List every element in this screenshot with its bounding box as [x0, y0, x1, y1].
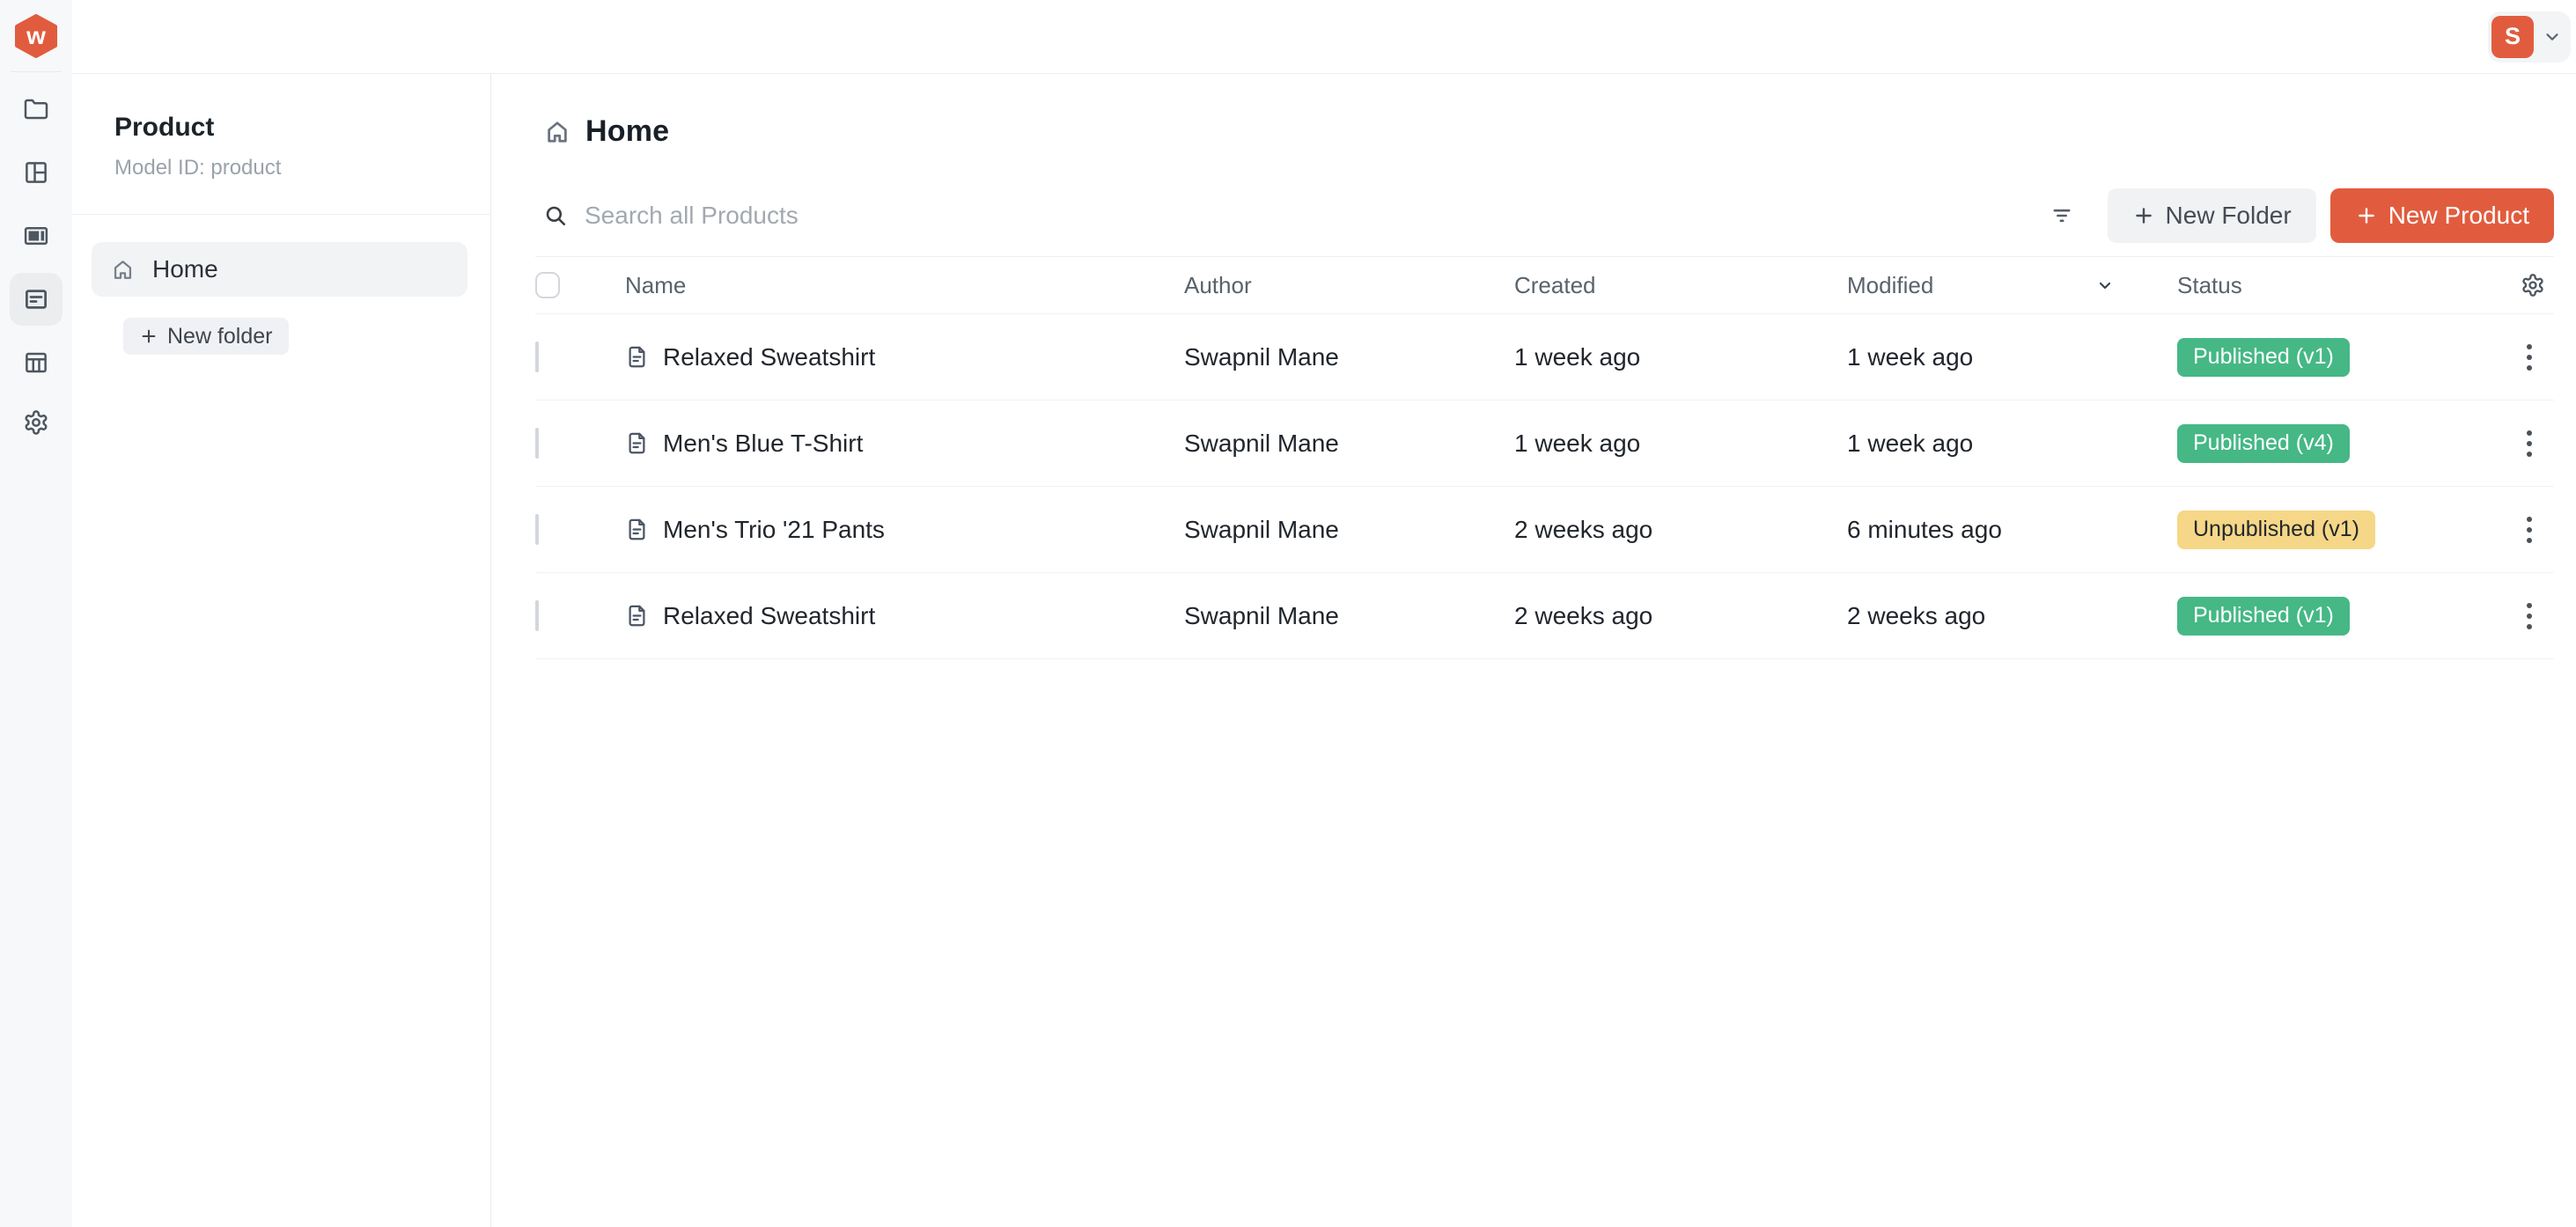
author-cell: Swapnil Mane	[1184, 430, 1514, 458]
rail-item-headless-cms[interactable]	[10, 273, 63, 326]
table-row: Men's Blue T-Shirt Swapnil Mane 1 week a…	[535, 400, 2554, 487]
rail-item-publishing-workflows[interactable]	[10, 336, 63, 389]
product-name-cell[interactable]: Men's Trio '21 Pants	[625, 516, 1184, 544]
column-header-status[interactable]: Status	[2177, 272, 2512, 299]
new-product-button-label: New Product	[2388, 202, 2529, 230]
table-icon	[23, 349, 49, 376]
filter-icon	[2050, 203, 2074, 228]
sidebar-new-folder-button[interactable]: New folder	[123, 318, 289, 355]
row-checkbox[interactable]	[535, 514, 539, 545]
product-name: Relaxed Sweatshirt	[663, 343, 875, 371]
column-header-created[interactable]: Created	[1514, 272, 1847, 299]
products-table: Name Author Created Modified Status	[535, 256, 2554, 659]
home-icon	[544, 119, 570, 145]
document-icon	[625, 431, 649, 455]
model-sidebar: Product Model ID: product Home New folde…	[72, 74, 491, 1227]
model-header: Product Model ID: product	[72, 74, 490, 215]
document-icon	[625, 345, 649, 369]
row-actions-menu-button[interactable]	[2512, 595, 2547, 637]
modified-cell: 2 weeks ago	[1847, 602, 2177, 630]
table-header-row: Name Author Created Modified Status	[535, 257, 2554, 314]
document-icon	[625, 518, 649, 541]
rail-item-settings[interactable]	[10, 396, 63, 449]
select-all-checkbox[interactable]	[535, 272, 560, 298]
main-content: Home New Folder	[491, 74, 2576, 1227]
page-builder-icon	[23, 223, 49, 249]
account-menu[interactable]: S	[2488, 11, 2571, 62]
status-badge: Unpublished (v1)	[2177, 511, 2375, 549]
row-checkbox[interactable]	[535, 428, 539, 459]
app-rail: w	[0, 0, 72, 1227]
modified-cell: 6 minutes ago	[1847, 516, 2177, 544]
model-title: Product	[114, 113, 448, 143]
toolbar-actions: New Folder New Product	[2050, 188, 2554, 243]
top-bar: S	[72, 0, 2576, 74]
new-product-button[interactable]: New Product	[2330, 188, 2554, 243]
svg-text:w: w	[26, 22, 46, 49]
rail-item-page-builder[interactable]	[10, 209, 63, 262]
plus-icon	[2355, 204, 2378, 227]
avatar: S	[2491, 16, 2534, 58]
created-cell: 2 weeks ago	[1514, 516, 1847, 544]
modified-cell: 1 week ago	[1847, 343, 2177, 371]
plus-icon	[139, 327, 158, 346]
rail-divider	[11, 71, 62, 72]
author-cell: Swapnil Mane	[1184, 602, 1514, 630]
table-row: Relaxed Sweatshirt Swapnil Mane 1 week a…	[535, 314, 2554, 400]
column-header-name[interactable]: Name	[625, 272, 1184, 299]
row-actions-menu-button[interactable]	[2512, 509, 2547, 551]
table-settings-button[interactable]	[2512, 273, 2554, 298]
sidebar-item-home-label: Home	[152, 255, 218, 283]
folder-icon	[23, 96, 49, 122]
search-group	[544, 202, 2050, 230]
table-row: Men's Trio '21 Pants Swapnil Mane 2 week…	[535, 487, 2554, 573]
product-name-cell[interactable]: Relaxed Sweatshirt	[625, 343, 1184, 371]
rail-item-layout[interactable]	[10, 146, 63, 199]
new-folder-button[interactable]: New Folder	[2108, 188, 2316, 243]
content-entries-icon	[23, 286, 49, 312]
column-header-author[interactable]: Author	[1184, 272, 1514, 299]
search-input[interactable]	[585, 202, 2050, 230]
plus-icon	[2132, 204, 2155, 227]
row-checkbox[interactable]	[535, 342, 539, 372]
settings-gear-icon	[23, 409, 49, 436]
layout-icon	[23, 159, 49, 186]
product-name: Men's Trio '21 Pants	[663, 516, 885, 544]
webiny-logo-icon[interactable]: w	[13, 14, 59, 58]
search-icon	[544, 204, 567, 227]
chevron-down-icon	[2543, 27, 2562, 47]
sort-chevron-down-icon[interactable]	[2094, 275, 2116, 296]
home-icon	[111, 258, 135, 282]
settings-gear-icon	[2521, 273, 2545, 298]
author-cell: Swapnil Mane	[1184, 343, 1514, 371]
status-badge: Published (v1)	[2177, 338, 2350, 377]
rail-item-file-manager[interactable]	[10, 83, 63, 136]
table-row: Relaxed Sweatshirt Swapnil Mane 2 weeks …	[535, 573, 2554, 659]
new-folder-button-label: New Folder	[2166, 202, 2292, 230]
sidebar-new-folder-label: New folder	[167, 324, 273, 349]
table-body: Relaxed Sweatshirt Swapnil Mane 1 week a…	[535, 314, 2554, 659]
page-heading: Home	[544, 114, 2554, 149]
model-id-label: Model ID: product	[114, 156, 448, 180]
toolbar: New Folder New Product	[544, 187, 2554, 244]
product-name-cell[interactable]: Relaxed Sweatshirt	[625, 602, 1184, 630]
row-actions-menu-button[interactable]	[2512, 336, 2547, 378]
created-cell: 1 week ago	[1514, 343, 1847, 371]
author-cell: Swapnil Mane	[1184, 516, 1514, 544]
product-name: Relaxed Sweatshirt	[663, 602, 875, 630]
row-checkbox[interactable]	[535, 600, 539, 631]
status-badge: Published (v1)	[2177, 597, 2350, 636]
status-badge: Published (v4)	[2177, 424, 2350, 463]
document-icon	[625, 604, 649, 628]
column-header-modified[interactable]: Modified	[1847, 272, 2177, 299]
created-cell: 1 week ago	[1514, 430, 1847, 458]
sidebar-item-home[interactable]: Home	[92, 242, 467, 297]
product-name: Men's Blue T-Shirt	[663, 430, 863, 458]
created-cell: 2 weeks ago	[1514, 602, 1847, 630]
product-name-cell[interactable]: Men's Blue T-Shirt	[625, 430, 1184, 458]
row-actions-menu-button[interactable]	[2512, 422, 2547, 465]
modified-cell: 1 week ago	[1847, 430, 2177, 458]
filter-button[interactable]	[2050, 203, 2074, 228]
page-title: Home	[585, 114, 669, 149]
